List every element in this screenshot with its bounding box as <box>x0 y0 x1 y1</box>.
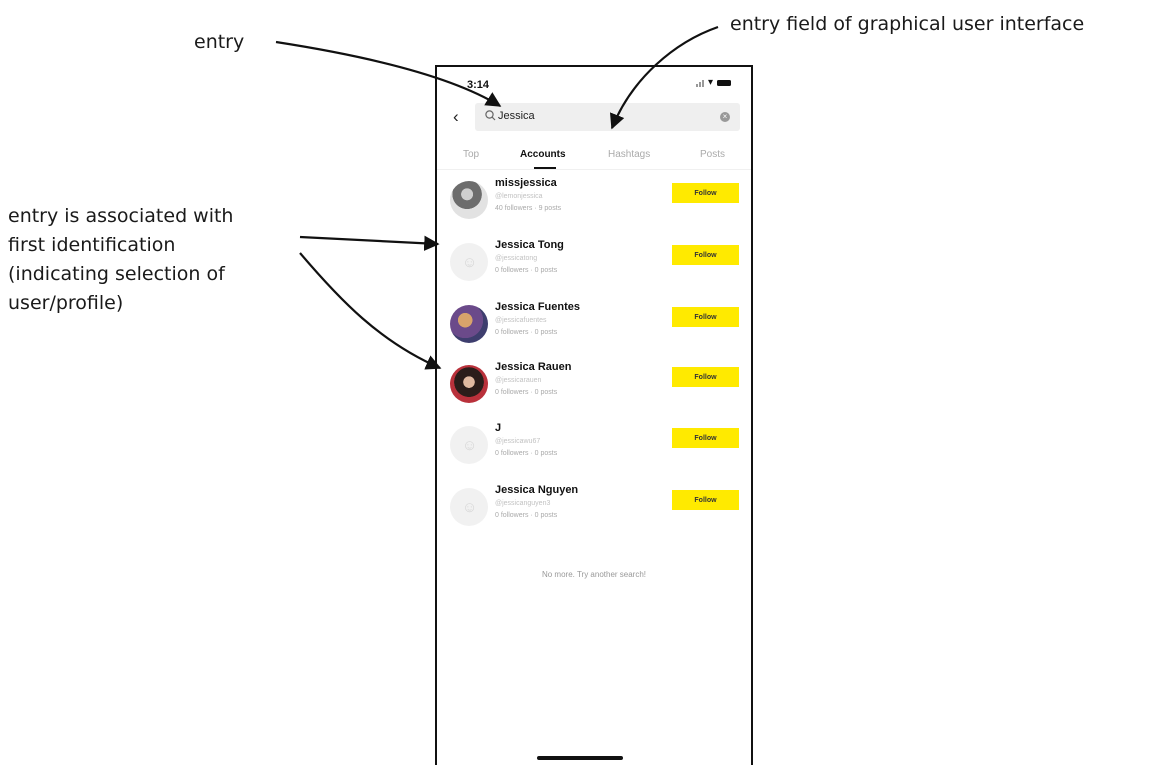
annotation-arrows <box>275 25 719 370</box>
entry-field-arrow <box>610 25 719 130</box>
association-arrow-lower <box>299 252 442 370</box>
entry-arrow <box>275 40 502 107</box>
home-indicator <box>537 756 623 760</box>
association-arrow-upper <box>299 235 440 251</box>
